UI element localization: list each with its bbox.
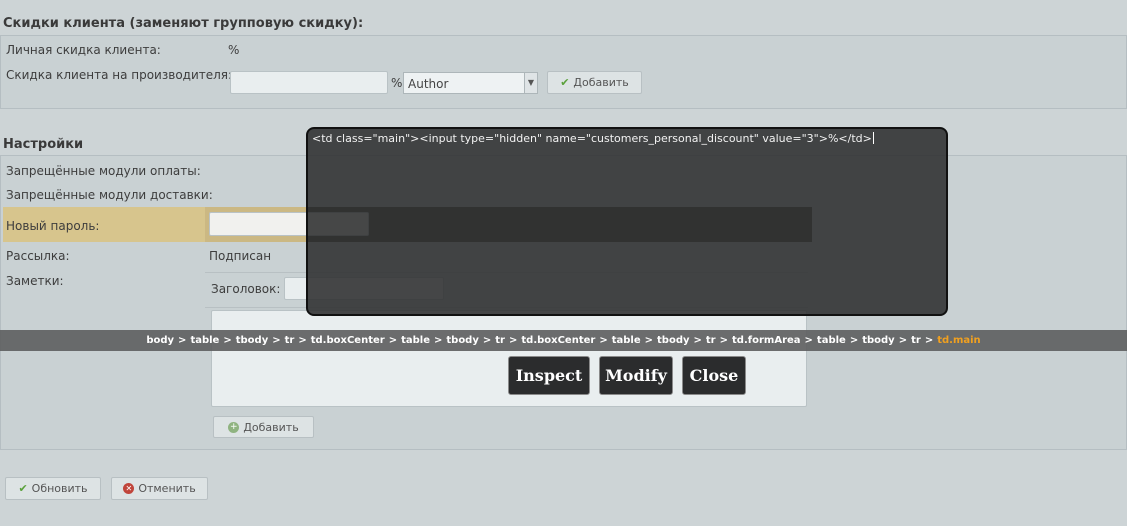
chevron-down-icon: ▼ bbox=[524, 73, 537, 93]
manufacturer-discount-percent: % bbox=[391, 76, 403, 90]
payment-modules-label: Запрещённые модули оплаты: bbox=[6, 164, 201, 178]
path-item: tbody bbox=[657, 335, 690, 346]
path-item: tbody bbox=[446, 335, 479, 346]
add-note-button[interactable]: + Добавить bbox=[213, 416, 314, 438]
path-separator: > bbox=[298, 335, 307, 346]
path-item: tbody bbox=[235, 335, 269, 346]
manufacturer-select[interactable]: Author ▼ bbox=[403, 72, 538, 94]
path-item: table bbox=[816, 335, 846, 346]
newsletter-label: Рассылка: bbox=[6, 249, 70, 263]
path-item: td.boxCenter bbox=[521, 335, 596, 346]
path-item: body bbox=[146, 335, 175, 346]
path-separator: > bbox=[644, 335, 654, 346]
inspector-code-text: <td class="main"><input type="hidden" na… bbox=[312, 132, 872, 145]
path-item: tbody bbox=[862, 335, 895, 346]
settings-title: Настройки bbox=[3, 137, 84, 152]
inspector-code-line[interactable]: <td class="main"><input type="hidden" na… bbox=[312, 132, 874, 145]
add-icon: + bbox=[228, 421, 240, 433]
check-icon: ✔ bbox=[18, 482, 28, 495]
cancel-button[interactable]: ✕ Отменить bbox=[111, 477, 208, 500]
path-separator: > bbox=[924, 335, 934, 346]
personal-discount-label: Личная скидка клиента: bbox=[6, 43, 161, 57]
discounts-title: Скидки клиента (заменяют групповую скидк… bbox=[3, 16, 364, 31]
path-separator: > bbox=[508, 335, 518, 346]
path-item: tr bbox=[284, 335, 295, 346]
path-separator: > bbox=[482, 335, 492, 346]
add-discount-button[interactable]: ✔ Добавить bbox=[547, 71, 642, 94]
inspector-code-panel[interactable]: <td class="main"><input type="hidden" na… bbox=[306, 127, 948, 316]
manufacturer-select-value: Author bbox=[408, 77, 449, 91]
path-item: tr bbox=[705, 335, 716, 346]
path-item: table bbox=[401, 335, 430, 346]
manufacturer-discount-input[interactable] bbox=[230, 71, 388, 94]
path-item: table bbox=[611, 335, 641, 346]
path-item: td.formArea bbox=[732, 335, 801, 346]
update-button-label: Обновить bbox=[31, 482, 88, 495]
password-label: Новый пароль: bbox=[6, 219, 100, 233]
path-separator: > bbox=[599, 335, 608, 346]
path-item: tr bbox=[495, 335, 505, 346]
path-separator: > bbox=[433, 335, 443, 346]
cancel-icon: ✕ bbox=[123, 483, 135, 494]
path-item: td.boxCenter bbox=[310, 335, 385, 346]
notes-label: Заметки: bbox=[6, 274, 64, 288]
path-item: table bbox=[190, 335, 220, 346]
path-separator: > bbox=[693, 335, 702, 346]
add-discount-button-label: Добавить bbox=[573, 76, 629, 89]
path-separator: > bbox=[178, 335, 187, 346]
cancel-button-label: Отменить bbox=[138, 482, 196, 495]
path-separator: > bbox=[223, 335, 232, 346]
path-separator: > bbox=[388, 335, 398, 346]
path-item: tr bbox=[911, 335, 921, 346]
newsletter-value: Подписан bbox=[209, 249, 272, 263]
element-path-breadcrumb: body > table > tbody > tr > td.boxCenter > table > t… bbox=[0, 330, 1127, 351]
manufacturer-discount-label: Скидка клиента на производителя: bbox=[6, 68, 233, 82]
path-separator: > bbox=[849, 335, 859, 346]
note-heading-label: Заголовок: bbox=[211, 282, 281, 296]
close-button[interactable]: Close bbox=[682, 356, 746, 395]
update-button[interactable]: ✔ Обновить bbox=[5, 477, 101, 500]
personal-discount-percent: % bbox=[228, 43, 240, 57]
modify-button[interactable]: Modify bbox=[599, 356, 673, 395]
shipping-modules-label: Запрещённые модули доставки: bbox=[6, 188, 213, 202]
path-separator: > bbox=[804, 335, 813, 346]
path-separator: > bbox=[272, 335, 281, 346]
path-separator: > bbox=[719, 335, 729, 346]
text-caret bbox=[872, 132, 874, 144]
add-note-button-label: Добавить bbox=[243, 420, 299, 434]
check-icon: ✔ bbox=[560, 76, 570, 89]
path-item-current: td.main bbox=[937, 335, 981, 346]
path-separator: > bbox=[898, 335, 908, 346]
inspect-button[interactable]: Inspect bbox=[508, 356, 590, 395]
